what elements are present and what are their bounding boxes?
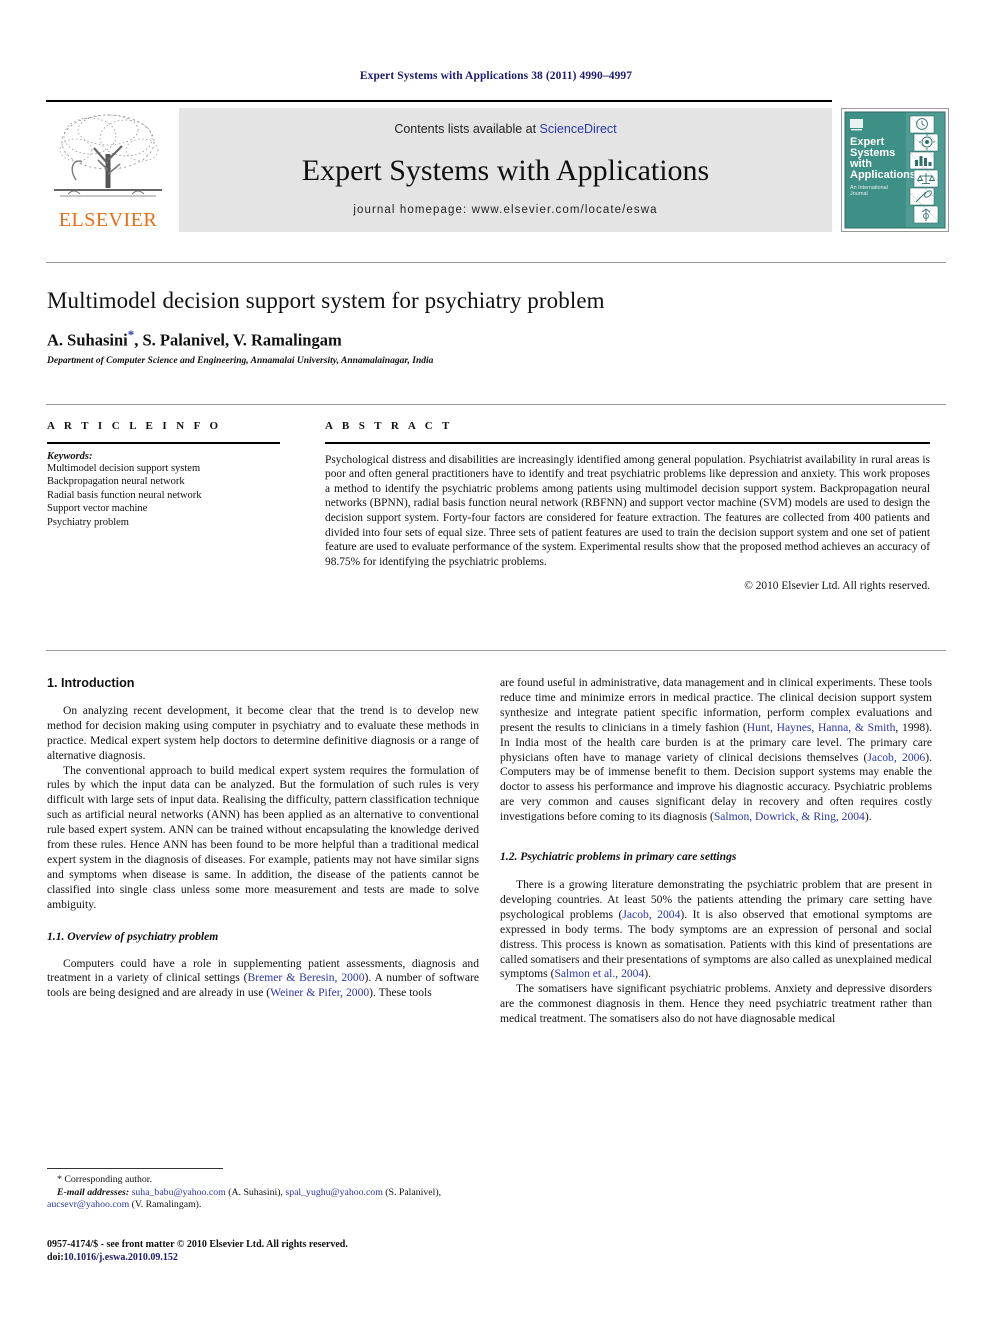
section-heading-introduction: 1. Introduction xyxy=(47,676,135,690)
text-run: ). xyxy=(864,810,872,824)
footnote-rule xyxy=(47,1168,223,1169)
citation-link[interactable]: Salmon, Dowrick, & Ring, 2004 xyxy=(714,810,865,823)
paragraph: On analyzing recent development, it beco… xyxy=(47,703,479,762)
body-column-right: are found useful in administrative, data… xyxy=(500,676,932,1027)
abstract-rule xyxy=(325,442,930,444)
article-info-rule xyxy=(47,442,280,444)
article-info-heading: A R T I C L E I N F O xyxy=(47,420,222,432)
svg-text:Applications: Applications xyxy=(850,169,916,181)
keywords-label: Keywords: xyxy=(47,450,93,462)
doi-line: doi:10.1016/j.eswa.2010.09.152 xyxy=(47,1251,479,1264)
journal-cover-art: Expert Systems with Applications An Inte… xyxy=(842,109,948,231)
citation-link[interactable]: Jacob, 2004 xyxy=(622,908,680,921)
body-column-left: 1. Introduction On analyzing recent deve… xyxy=(47,676,479,1001)
citation-link[interactable]: Salmon et al., 2004 xyxy=(554,967,644,980)
email-link[interactable]: aucsevr@yahoo.com xyxy=(47,1199,129,1210)
citation-link[interactable]: Hunt, Haynes, Hanna, & Smith xyxy=(747,721,896,734)
journal-homepage[interactable]: journal homepage: www.elsevier.com/locat… xyxy=(179,204,832,216)
journal-title: Expert Systems with Applications xyxy=(301,154,710,187)
paragraph: Computers could have a role in supplemen… xyxy=(47,957,479,1002)
email-link[interactable]: suha_babu@yahoo.com xyxy=(132,1187,226,1198)
subsection-heading-1-2: 1.2. Psychiatric problems in primary car… xyxy=(500,850,737,864)
author-list: A. Suhasini*, S. Palanivel, V. Ramalinga… xyxy=(47,327,907,351)
contents-available-line: Contents lists available at ScienceDirec… xyxy=(179,122,832,136)
copyright-notice: © 2010 Elsevier Ltd. All rights reserved… xyxy=(744,580,930,593)
contents-prefix: Contents lists available at xyxy=(394,122,540,136)
masthead-top-rule xyxy=(46,100,832,102)
email-label: E-mail addresses: xyxy=(57,1186,130,1198)
journal-band: Contents lists available at ScienceDirec… xyxy=(179,108,832,232)
email-owner: (V. Ramalingam). xyxy=(129,1199,202,1211)
paragraph: There is a growing literature demonstrat… xyxy=(500,878,932,982)
keyword-item: Support vector machine xyxy=(47,503,148,515)
doi-link[interactable]: 10.1016/j.eswa.2010.09.152 xyxy=(64,1252,178,1263)
citation-link[interactable]: Bremer & Beresin, 2000 xyxy=(248,971,365,984)
abstract-text: Psychological distress and disabilities … xyxy=(325,453,930,568)
elsevier-logo: ELSEVIER xyxy=(46,108,170,232)
citation-link[interactable]: Jacob, 2006 xyxy=(867,751,925,764)
keyword-item: Backpropagation neural network xyxy=(47,476,185,488)
keyword-item: Radial basis function neural network xyxy=(47,489,202,501)
abstract-heading: A B S T R A C T xyxy=(325,420,453,432)
page-title: Multimodel decision support system for p… xyxy=(47,288,605,313)
paragraph: The conventional approach to build medic… xyxy=(47,763,479,911)
journal-cover-thumbnail: Expert Systems with Applications An Inte… xyxy=(841,108,949,232)
email-link[interactable]: spal_yughu@yahoo.com xyxy=(285,1187,382,1198)
subsection-heading-1-1: 1.1. Overview of psychiatry problem xyxy=(47,929,219,943)
journal-masthead: ELSEVIER Contents lists available at Sci… xyxy=(46,100,949,232)
article-info-column: A R T I C L E I N F O Keywords: Multimod… xyxy=(47,420,280,529)
elsevier-wordmark: ELSEVIER xyxy=(58,209,158,231)
affiliation: Department of Computer Science and Engin… xyxy=(47,356,434,366)
issn-doi-block: 0957-4174/$ - see front matter © 2010 El… xyxy=(47,1238,479,1264)
email-owner: (S. Palanivel), xyxy=(382,1186,442,1198)
article-info-top-rule xyxy=(46,404,946,405)
citation-link[interactable]: Weiner & Pifer, 2000 xyxy=(270,986,369,999)
text-run: ). xyxy=(644,967,652,981)
author-rest: , S. Palanivel, V. Ramalingam xyxy=(134,330,342,350)
paragraph: are found useful in administrative, data… xyxy=(500,676,932,825)
title-divider xyxy=(46,262,946,263)
keyword-item: Multimodel decision support system xyxy=(47,462,201,474)
article-info-bottom-rule xyxy=(46,650,946,651)
email-owner: (A. Suhasini), xyxy=(225,1186,286,1198)
running-head: Expert Systems with Applications 38 (201… xyxy=(359,70,633,82)
keyword-item: Psychiatry problem xyxy=(47,516,129,528)
svg-text:Journal: Journal xyxy=(850,191,868,197)
paper-page: Expert Systems with Applications 38 (201… xyxy=(0,0,992,1323)
doi-label: doi: xyxy=(47,1252,64,1263)
email-addresses-note: E-mail addresses: suha_babu@yahoo.com (A… xyxy=(47,1187,479,1212)
text-run: ). These tools xyxy=(369,986,432,1000)
sciencedirect-link[interactable]: ScienceDirect xyxy=(540,122,617,136)
abstract-column: A B S T R A C T Psychological distress a… xyxy=(325,420,930,592)
paragraph: The somatisers have significant psychiat… xyxy=(500,982,932,1026)
corresponding-author-note: * Corresponding author. xyxy=(57,1174,152,1185)
author-first: A. Suhasini xyxy=(47,330,128,350)
issn-line: 0957-4174/$ - see front matter © 2010 El… xyxy=(47,1239,348,1250)
footnote-block: * Corresponding author. E-mail addresses… xyxy=(47,1174,479,1212)
elsevier-tree-icon xyxy=(54,114,162,197)
